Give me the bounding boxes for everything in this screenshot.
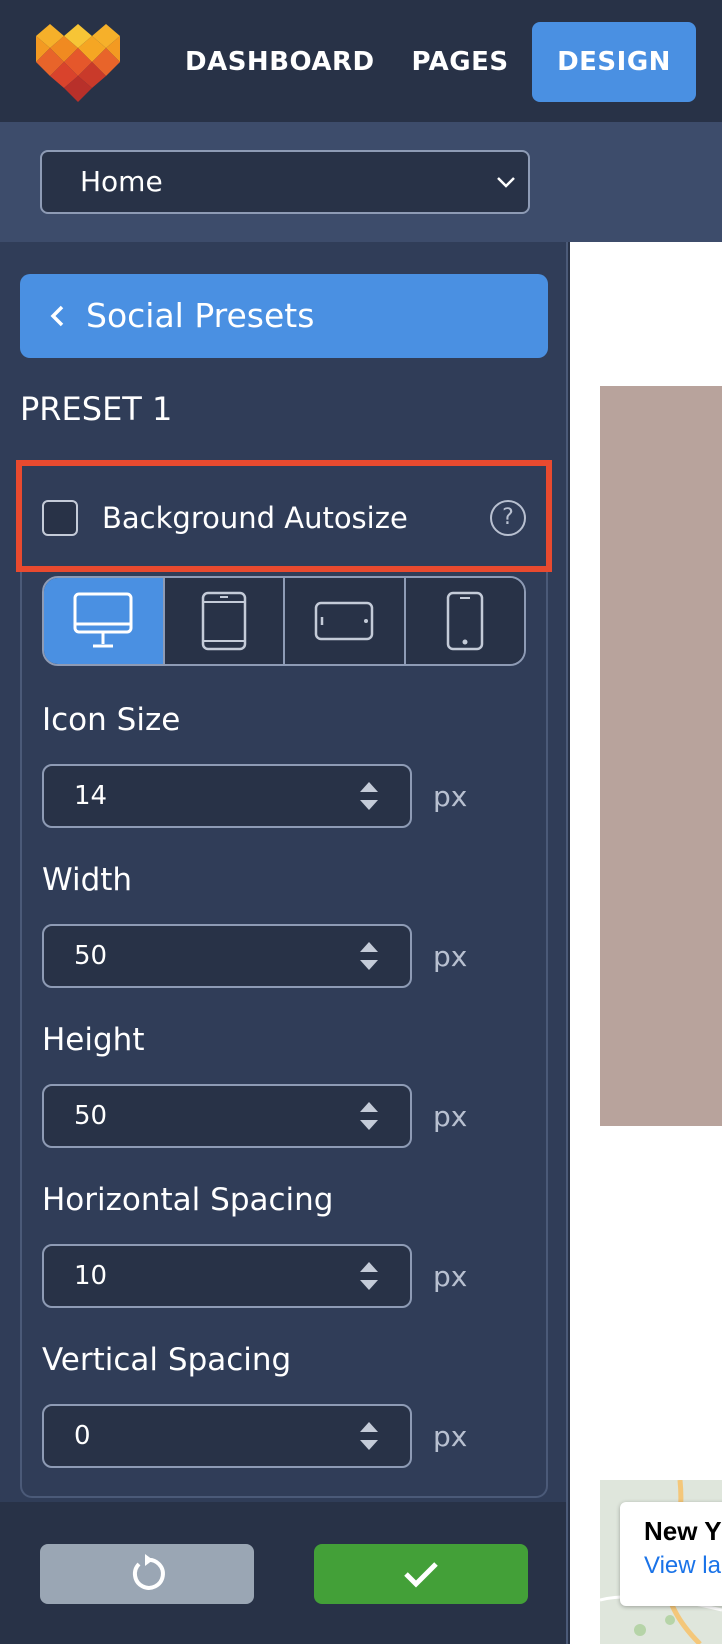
heart-logo-icon[interactable] [36, 22, 120, 102]
phone-icon [446, 591, 483, 651]
icon-size-input[interactable]: 14 [42, 764, 412, 828]
device-toggle-group [42, 576, 526, 666]
preview-image [600, 386, 722, 1126]
help-icon[interactable]: ? [490, 500, 526, 536]
icon-size-value: 14 [74, 781, 108, 811]
top-navigation: DASHBOARD PAGES DESIGN [0, 0, 722, 122]
horizontal-spacing-label: Horizontal Spacing [42, 1182, 334, 1218]
stepper-arrows-icon[interactable] [358, 938, 380, 974]
height-input[interactable]: 50 [42, 1084, 412, 1148]
width-unit: px [433, 940, 468, 973]
device-tablet-landscape-button[interactable] [285, 578, 406, 664]
back-button[interactable]: Social Presets [20, 274, 548, 358]
tablet-portrait-icon [201, 591, 246, 651]
device-desktop-button[interactable] [44, 578, 165, 664]
back-button-label: Social Presets [86, 296, 315, 335]
width-value: 50 [74, 941, 108, 971]
device-phone-button[interactable] [405, 578, 524, 664]
background-autosize-checkbox[interactable] [42, 500, 78, 536]
vertical-spacing-value: 0 [74, 1421, 91, 1451]
height-unit: px [433, 1100, 468, 1133]
stepper-arrows-icon[interactable] [358, 1098, 380, 1134]
vertical-spacing-label: Vertical Spacing [42, 1342, 292, 1378]
tablet-landscape-icon [315, 601, 374, 641]
vertical-spacing-input[interactable]: 0 [42, 1404, 412, 1468]
background-autosize-row: Background Autosize ? [16, 460, 552, 572]
reset-button[interactable] [40, 1544, 254, 1604]
stepper-arrows-icon[interactable] [358, 1258, 380, 1294]
checkmark-icon [404, 1562, 438, 1588]
width-input[interactable]: 50 [42, 924, 412, 988]
icon-size-unit: px [433, 780, 468, 813]
width-label: Width [42, 862, 133, 898]
background-autosize-label[interactable]: Background Autosize [102, 466, 408, 570]
action-bar [0, 1502, 568, 1644]
icon-size-label: Icon Size [42, 702, 181, 738]
map-title: New Y [644, 1516, 722, 1546]
nav-pages[interactable]: PAGES [410, 22, 510, 102]
height-value: 50 [74, 1101, 108, 1131]
nav-dashboard[interactable]: DASHBOARD [185, 22, 374, 102]
device-tablet-portrait-button[interactable] [164, 578, 285, 664]
horizontal-spacing-input[interactable]: 10 [42, 1244, 412, 1308]
stepper-arrows-icon[interactable] [358, 1418, 380, 1454]
horizontal-spacing-unit: px [433, 1260, 468, 1293]
page-preview: New Y View la [570, 242, 722, 1644]
stepper-arrows-icon[interactable] [358, 778, 380, 814]
map-info-card: New Y View la [620, 1502, 722, 1606]
confirm-button[interactable] [314, 1544, 528, 1604]
vertical-spacing-unit: px [433, 1420, 468, 1453]
page-select[interactable]: Home [40, 150, 530, 214]
reset-icon [132, 1554, 165, 1590]
height-label: Height [42, 1022, 145, 1058]
desktop-icon [73, 592, 133, 648]
preset-title: PRESET 1 [20, 390, 173, 428]
chevron-down-icon [497, 177, 515, 188]
page-select-value: Home [80, 165, 163, 198]
map-view-link[interactable]: View la [644, 1552, 721, 1580]
page-selector-row: Home [0, 122, 722, 242]
sidebar: Social Presets PRESET 1 Background Autos… [0, 242, 568, 1502]
horizontal-spacing-value: 10 [74, 1261, 108, 1291]
nav-design[interactable]: DESIGN [532, 22, 696, 102]
chevron-left-icon [50, 305, 64, 327]
